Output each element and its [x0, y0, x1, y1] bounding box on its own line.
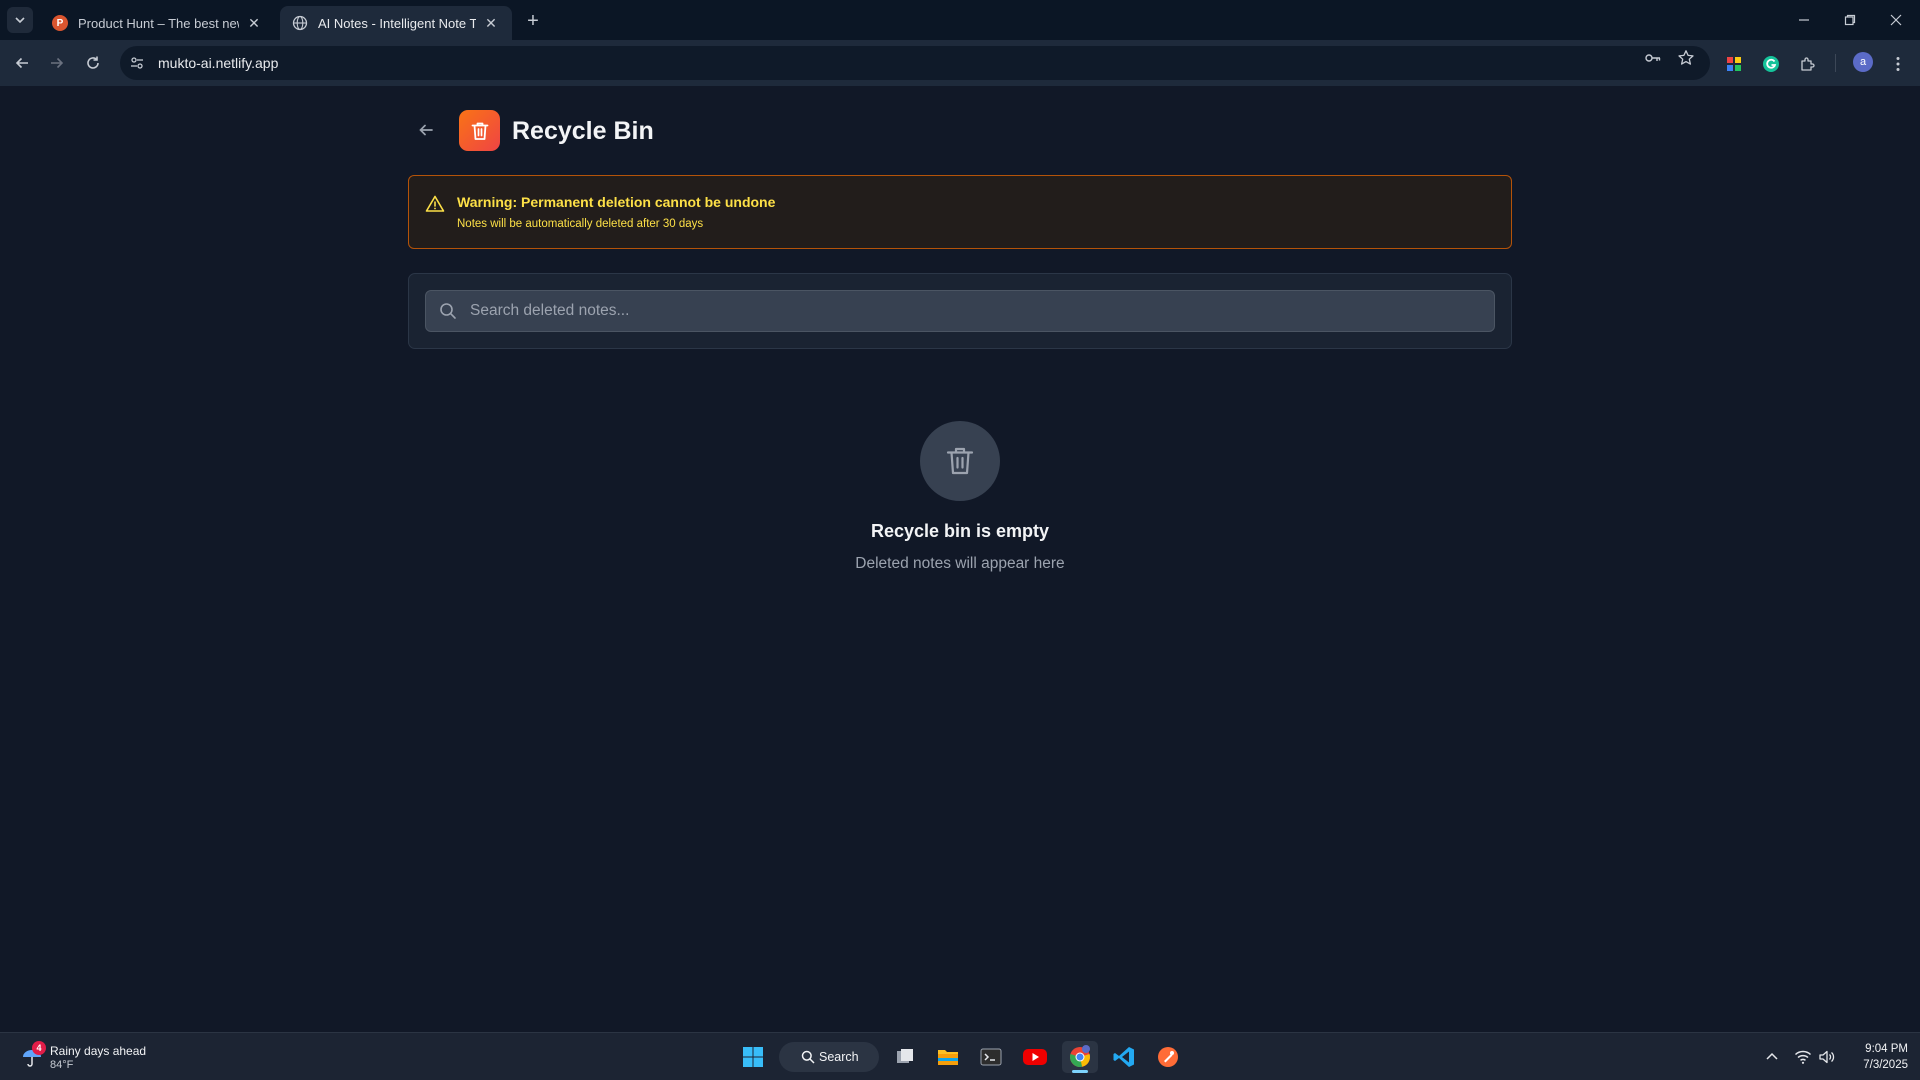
- close-tab-icon[interactable]: ✕: [482, 14, 500, 32]
- close-window-button[interactable]: [1873, 0, 1919, 40]
- postman-icon[interactable]: [1150, 1041, 1186, 1073]
- search-icon: [426, 290, 470, 332]
- youtube-icon[interactable]: [1017, 1041, 1053, 1073]
- weather-alert-badge: 4: [32, 1041, 46, 1055]
- profile-avatar[interactable]: a: [1853, 52, 1873, 72]
- weather-title: Rainy days ahead: [50, 1044, 147, 1058]
- task-view-icon[interactable]: [887, 1041, 923, 1073]
- chrome-icon[interactable]: [1062, 1041, 1098, 1073]
- reload-button[interactable]: [78, 48, 108, 78]
- system-clock[interactable]: 9:04 PM 7/3/2025: [1836, 1041, 1908, 1073]
- taskbar-search-label: Search: [819, 1050, 859, 1064]
- trash-icon: [459, 110, 500, 151]
- grammarly-icon[interactable]: [1761, 54, 1781, 74]
- start-button[interactable]: [735, 1041, 771, 1073]
- new-tab-button[interactable]: +: [520, 8, 546, 34]
- arrow-left-icon: [419, 124, 433, 136]
- empty-state-subtitle: Deleted notes will appear here: [855, 555, 1065, 572]
- restore-button[interactable]: [1827, 0, 1873, 40]
- warning-title: Warning: Permanent deletion cannot be un…: [457, 194, 776, 210]
- minimize-button[interactable]: [1781, 0, 1827, 40]
- bookmark-star-icon[interactable]: [1676, 48, 1696, 68]
- restore-icon: [1844, 14, 1856, 26]
- close-tab-icon[interactable]: ✕: [245, 14, 263, 32]
- close-icon: [1890, 14, 1902, 26]
- empty-state-title: Recycle bin is empty: [870, 521, 1050, 541]
- password-key-icon[interactable]: [1643, 48, 1663, 68]
- tab-ai-notes[interactable]: AI Notes - Intelligent Note Taking ✕: [280, 6, 512, 40]
- warning-triangle-icon: [425, 194, 445, 219]
- product-hunt-icon: P: [52, 15, 68, 31]
- search-box[interactable]: [425, 290, 1495, 332]
- address-bar[interactable]: mukto-ai.netlify.app: [120, 46, 1710, 80]
- chevron-up-icon[interactable]: [1762, 1047, 1782, 1067]
- terminal-icon[interactable]: [973, 1041, 1009, 1073]
- windows-taskbar: 4 Rainy days ahead 84°F Search 9:04 PM 7…: [0, 1032, 1920, 1080]
- tab-title: Product Hunt – The best new products in …: [78, 15, 239, 31]
- vscode-icon[interactable]: [1106, 1041, 1142, 1073]
- search-deleted-notes-input[interactable]: [470, 291, 1494, 331]
- site-info-icon[interactable]: [120, 46, 154, 80]
- recycle-bin-page: Recycle Bin Warning: Permanent deletion …: [0, 86, 1920, 1032]
- extension-colorful-icon[interactable]: [1724, 54, 1744, 74]
- url-text: mukto-ai.netlify.app: [158, 55, 279, 71]
- volume-icon[interactable]: [1817, 1047, 1837, 1067]
- forward-button[interactable]: [42, 48, 72, 78]
- chevron-down-icon: [15, 17, 25, 24]
- reload-icon: [87, 56, 99, 69]
- taskbar-search-button[interactable]: Search: [779, 1042, 879, 1072]
- warning-banner: Warning: Permanent deletion cannot be un…: [408, 175, 1512, 249]
- file-explorer-icon[interactable]: [930, 1041, 966, 1073]
- back-button[interactable]: [7, 48, 37, 78]
- search-icon: [801, 1050, 815, 1067]
- arrow-right-icon: [51, 57, 64, 69]
- kebab-menu-icon[interactable]: [1888, 54, 1908, 74]
- globe-icon: [292, 15, 308, 31]
- wifi-icon[interactable]: [1793, 1047, 1813, 1067]
- clock-time: 9:04 PM: [1865, 1043, 1908, 1055]
- browser-toolbar: mukto-ai.netlify.app a: [0, 40, 1920, 86]
- tab-title: AI Notes - Intelligent Note Taking: [318, 15, 476, 31]
- minimize-icon: [1799, 19, 1809, 21]
- browser-tabstrip: P Product Hunt – The best new products i…: [0, 0, 1920, 40]
- search-card: [408, 273, 1512, 349]
- tab-product-hunt[interactable]: P Product Hunt – The best new products i…: [40, 6, 275, 40]
- extensions-puzzle-icon[interactable]: [1798, 54, 1818, 74]
- page-title: Recycle Bin: [512, 117, 654, 145]
- windows-logo-icon: [743, 1047, 763, 1067]
- clock-date: 7/3/2025: [1863, 1059, 1908, 1071]
- tab-search-button[interactable]: [7, 7, 33, 33]
- weather-temperature: 84°F: [50, 1059, 74, 1071]
- back-to-notes-button[interactable]: [412, 116, 440, 144]
- arrow-left-icon: [15, 57, 28, 69]
- active-app-indicator: [1072, 1070, 1088, 1073]
- weather-widget[interactable]: 4 Rainy days ahead 84°F: [18, 1041, 198, 1073]
- toolbar-divider: [1835, 54, 1836, 72]
- empty-trash-icon: [920, 421, 1000, 501]
- warning-subtitle: Notes will be automatically deleted afte…: [457, 218, 704, 230]
